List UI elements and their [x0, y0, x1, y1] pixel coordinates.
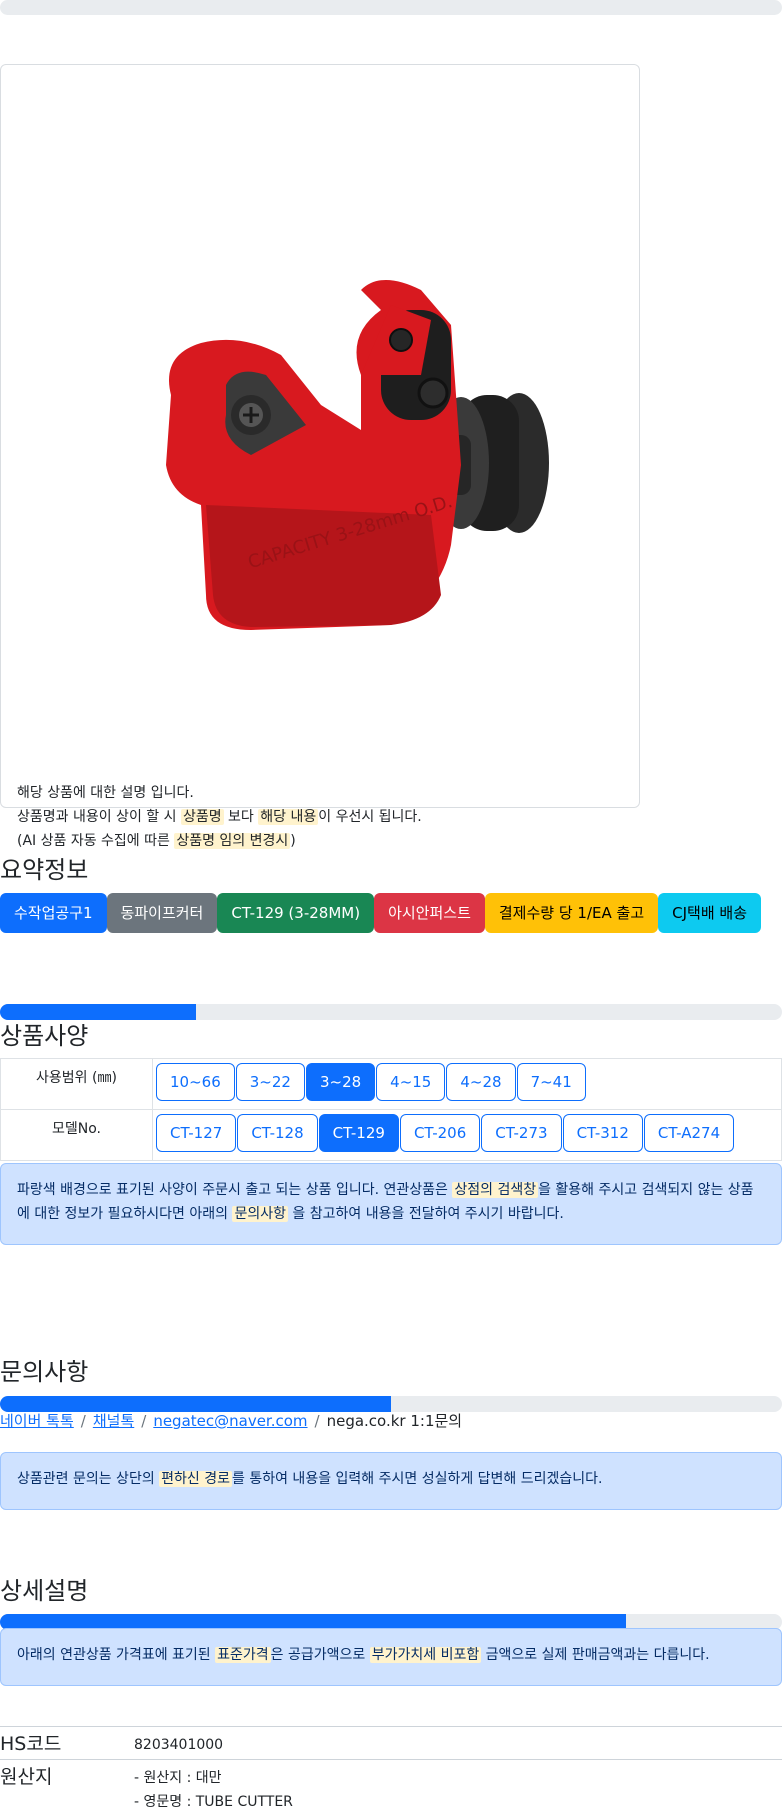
summary-badge: 동파이프커터	[106, 893, 218, 933]
range-option-button[interactable]: 10~66	[156, 1063, 235, 1101]
range-option-button[interactable]: 3~22	[235, 1063, 305, 1101]
alert-text: 를 통하여 내용을 입력해 주시면 성실하게 답변해 드리겠습니다.	[232, 1471, 603, 1487]
model-option-button[interactable]: CT-206	[399, 1114, 481, 1152]
notice-text: )	[290, 833, 296, 849]
spec-options-cell: CT-127 CT-128 CT-129 CT-206 CT-273 CT-312 CT-A…	[152, 1109, 782, 1161]
summary-badges: 수작업공구1 동파이프커터 CT-129 (3-28MM) 아시안퍼스트 결제수량 당 …	[0, 893, 761, 933]
model-option-button[interactable]: CT-128	[237, 1114, 318, 1152]
summary-badge: CT-129 (3-28MM)	[217, 893, 375, 933]
summary-badge: 결제수량 당 1/EA 출고	[484, 893, 659, 933]
highlight-content: 해당 내용	[258, 809, 319, 825]
alert-text: 은 공급가액으로	[270, 1647, 370, 1663]
spec-info-alert: 파랑색 배경으로 표기된 사양이 주문시 출고 되는 상품 입니다. 연관상품은…	[0, 1163, 782, 1245]
alert-text: 아래의 연관상품 가격표에 표기된	[17, 1647, 216, 1663]
notice-text: 이 우선시 됩니다.	[318, 809, 422, 825]
model-option-button[interactable]: CT-273	[481, 1114, 562, 1152]
separator: /	[314, 1412, 320, 1430]
model-option-button[interactable]: CT-129	[318, 1114, 399, 1152]
email-link[interactable]: negatec@naver.com	[153, 1412, 307, 1430]
origin-row: 원산지 - 원산지 : 대만 - 영문명 : TUBE CUTTER	[0, 1759, 782, 1808]
spec-table: 사용범위 (㎜) 10~66 3~22 3~28 4~15 4~28 7~41 모델No.…	[0, 1058, 782, 1161]
inquiry-info-alert: 상품관련 문의는 상단의 편하신 경로 를 통하여 내용을 입력해 주시면 성실하…	[0, 1452, 782, 1510]
alert-text: 파랑색 배경으로 표기된 사양이 주문시 출고 되는 상품 입니다. 연관상품은	[17, 1182, 453, 1198]
spec-row-range: 사용범위 (㎜) 10~66 3~22 3~28 4~15 4~28 7~41	[0, 1058, 782, 1110]
hs-code-value: 8203401000	[134, 1726, 782, 1760]
highlight-standard-price: 표준가격	[215, 1647, 271, 1663]
summary-title: 요약정보	[0, 856, 89, 884]
channel-talk-link[interactable]: 채널톡	[93, 1412, 134, 1430]
spec-row-model: 모델No. CT-127 CT-128 CT-129 CT-206 CT-273 CT-3…	[0, 1109, 782, 1161]
range-option-button[interactable]: 7~41	[516, 1063, 586, 1101]
highlight-convenient-route: 편하신 경로	[159, 1471, 233, 1487]
inquiry-title: 문의사항	[0, 1358, 89, 1386]
range-option-button[interactable]: 3~28	[305, 1063, 376, 1101]
hs-code-label: HS코드	[0, 1726, 134, 1760]
origin-english-name: - 영문명 : TUBE CUTTER	[134, 1794, 293, 1808]
detail-title: 상세설명	[0, 1577, 89, 1605]
cutter-body: CAPACITY 3-28mm O.D.	[166, 280, 461, 630]
highlight-inquiry: 문의사항	[232, 1206, 288, 1222]
detail-info-alert: 아래의 연관상품 가격표에 표기된 표준가격 은 공급가액으로 부가가치세 비포함…	[0, 1628, 782, 1686]
summary-badge: 수작업공구1	[0, 893, 107, 933]
range-option-button[interactable]: 4~28	[446, 1063, 516, 1101]
origin-label: 원산지	[0, 1759, 134, 1808]
summary-badge: 아시안퍼스트	[374, 893, 485, 933]
range-option-button[interactable]: 4~15	[376, 1063, 446, 1101]
summary-badge: CJ택배 배송	[658, 893, 761, 933]
spec-label-model: 모델No.	[0, 1109, 153, 1161]
model-option-button[interactable]: CT-127	[156, 1114, 237, 1152]
alert-text: 상품관련 문의는 상단의	[17, 1471, 160, 1487]
highlight-search-box: 상점의 검색창	[452, 1182, 539, 1198]
alert-text: 금액으로 실제 판매금액과는 다릅니다.	[481, 1647, 710, 1663]
spec-options-cell: 10~66 3~22 3~28 4~15 4~28 7~41	[152, 1058, 782, 1110]
contact-links: 네이버 톡톡 / 채널톡 / negatec@naver.com / nega.co.kr …	[0, 1410, 462, 1431]
separator: /	[141, 1412, 147, 1430]
product-notice: 해당 상품에 대한 설명 입니다. 상품명과 내용이 상이 할 시 상품명 보다…	[17, 781, 422, 853]
origin-value: - 원산지 : 대만 - 영문명 : TUBE CUTTER	[134, 1759, 782, 1808]
notice-text: 상품명과 내용이 상이 할 시	[17, 809, 181, 825]
product-card: CAPACITY 3-28mm O.D. 해당 상품에 대한 설명 입니다. 상…	[0, 64, 640, 849]
alert-text: 을 참고하여 내용을 전달하여 주시기 바랍니다.	[287, 1206, 564, 1222]
spec-progress	[0, 1004, 782, 1020]
range-options: 10~66 3~22 3~28 4~15 4~28 7~41	[155, 1063, 777, 1101]
highlight-product-name: 상품명	[180, 809, 224, 825]
naver-talk-link[interactable]: 네이버 톡톡	[0, 1412, 74, 1430]
tube-cutter-image: CAPACITY 3-28mm O.D.	[166, 280, 549, 630]
separator: /	[80, 1412, 86, 1430]
notice-line-1: 해당 상품에 대한 설명 입니다.	[17, 785, 194, 801]
origin-country: - 원산지 : 대만	[134, 1770, 222, 1786]
model-option-button[interactable]: CT-312	[562, 1114, 643, 1152]
notice-text: (AI 상품 자동 수집에 따른	[17, 833, 175, 849]
spec-title: 상품사양	[0, 1022, 89, 1050]
model-option-button[interactable]: CT-A274	[643, 1114, 735, 1152]
site-inquiry-text: nega.co.kr 1:1문의	[326, 1412, 463, 1430]
spec-label-range: 사용범위 (㎜)	[0, 1058, 153, 1110]
notice-line-2: 상품명과 내용이 상이 할 시 상품명 보다 해당 내용 이 우선시 됩니다.	[17, 805, 422, 829]
model-options: CT-127 CT-128 CT-129 CT-206 CT-273 CT-312 CT-A…	[155, 1114, 777, 1152]
highlight-name-change: 상품명 임의 변경시	[174, 833, 291, 849]
top-divider-bar	[0, 0, 782, 15]
notice-text: 보다	[223, 809, 259, 825]
highlight-vat-excluded: 부가가치세 비포함	[369, 1647, 482, 1663]
product-info-table: HS코드 8203401000 원산지 - 원산지 : 대만 - 영문명 : T…	[0, 1726, 782, 1808]
hs-code-row: HS코드 8203401000	[0, 1726, 782, 1760]
